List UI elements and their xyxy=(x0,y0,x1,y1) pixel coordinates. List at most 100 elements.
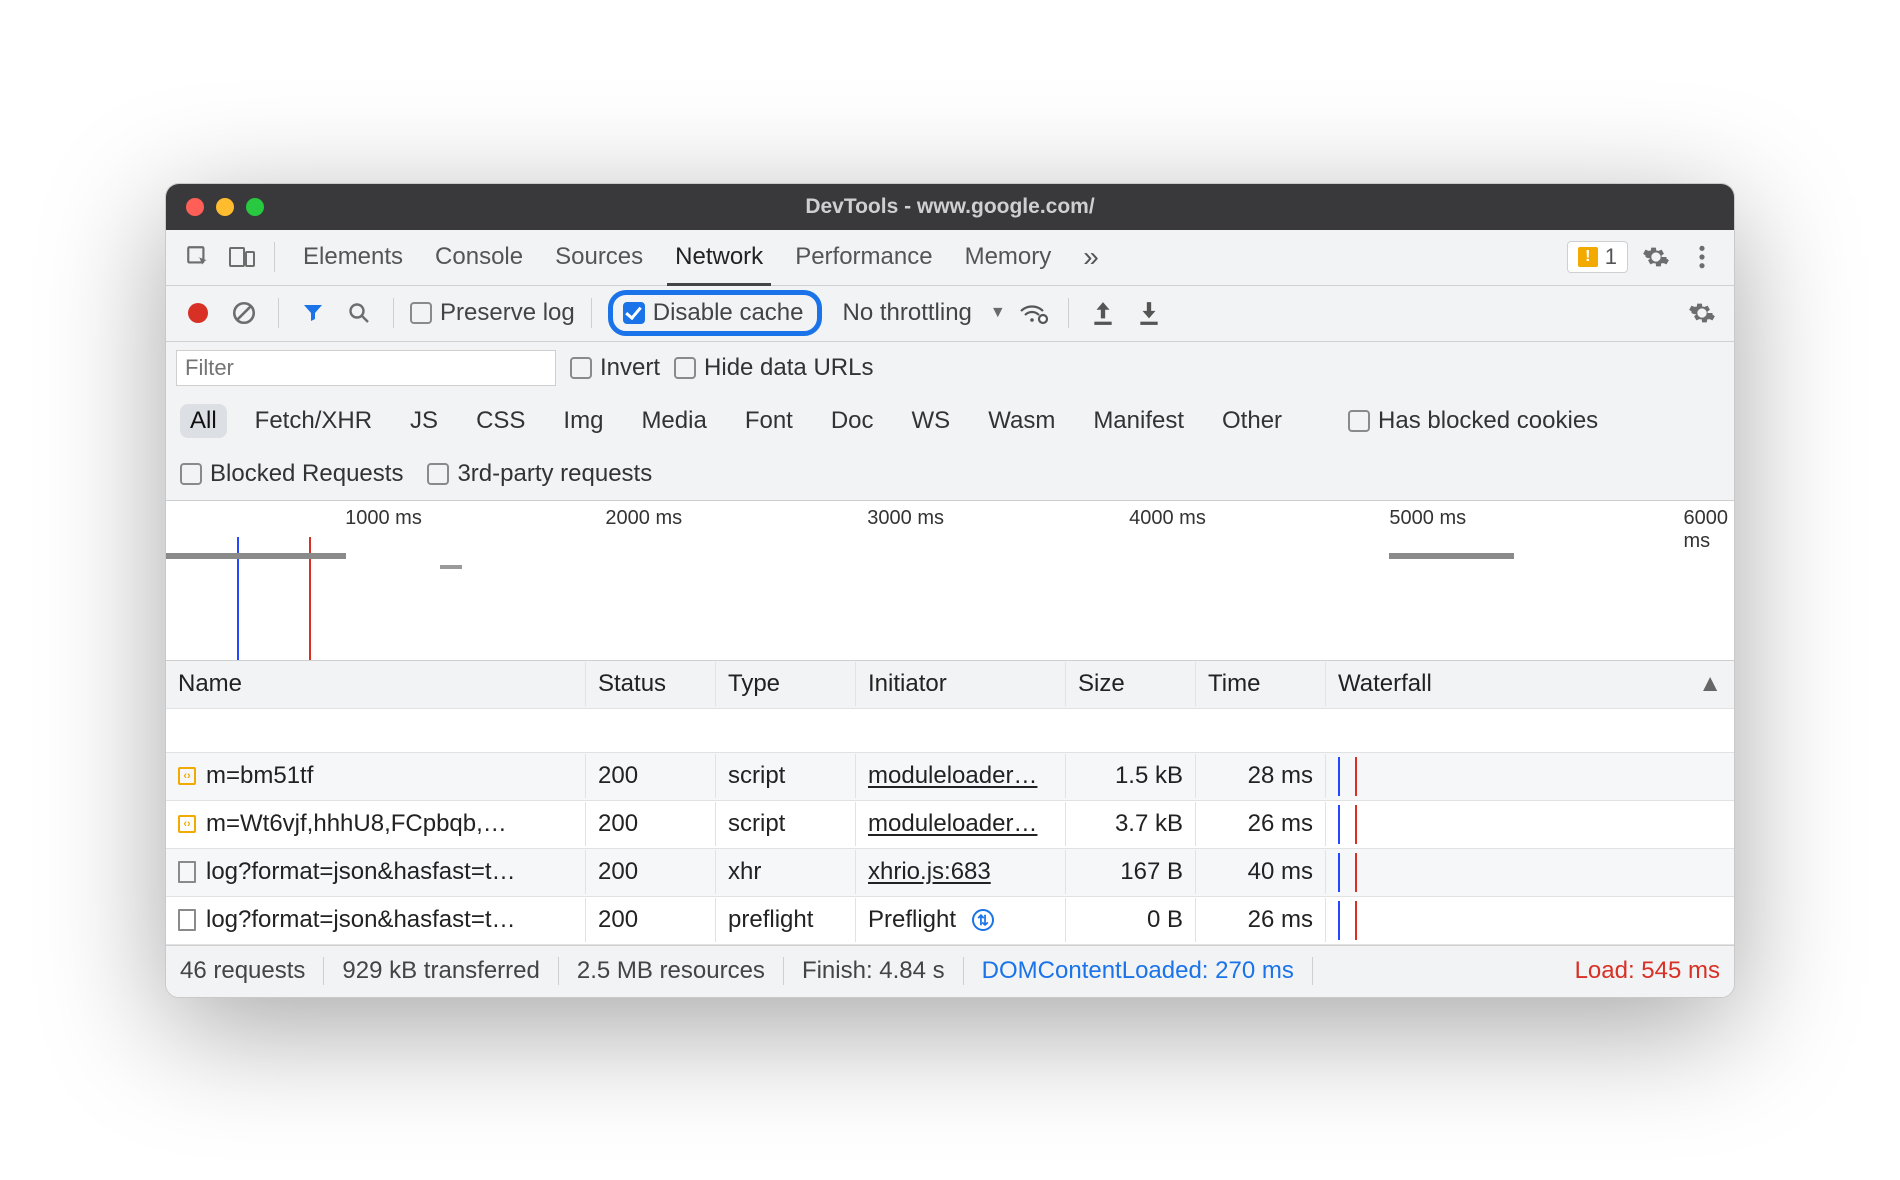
wf-dcl-mark xyxy=(1338,805,1340,844)
preserve-log-checkbox[interactable]: Preserve log xyxy=(410,299,575,327)
table-row[interactable]: log?format=json&hasfast=t… 200 xhr xhrio… xyxy=(166,849,1734,897)
cell-type: preflight xyxy=(716,898,856,942)
invert-input[interactable] xyxy=(570,357,592,379)
cell-time: 28 ms xyxy=(1196,754,1326,798)
col-name[interactable]: Name xyxy=(166,662,586,706)
status-finish: Finish: 4.84 s xyxy=(802,957,945,985)
type-pill-js[interactable]: JS xyxy=(400,404,448,438)
panel-tabs-bar: Elements Console Sources Network Perform… xyxy=(166,230,1734,286)
window-title: DevTools - www.google.com/ xyxy=(166,195,1734,219)
cell-waterfall xyxy=(1326,849,1734,896)
clear-icon[interactable] xyxy=(226,295,262,331)
type-pill-other[interactable]: Other xyxy=(1212,404,1292,438)
issues-button[interactable]: ! 1 xyxy=(1567,241,1628,273)
cell-status: 200 xyxy=(586,898,716,942)
blocked-requests-checkbox[interactable]: Blocked Requests xyxy=(180,460,403,488)
wf-load-mark xyxy=(1355,853,1357,892)
divider xyxy=(278,298,279,328)
table-header[interactable]: Name Status Type Initiator Size Time Wat… xyxy=(166,661,1734,709)
tab-network[interactable]: Network xyxy=(661,230,777,285)
table-row[interactable]: log?format=json&hasfast=t… 200 preflight… xyxy=(166,897,1734,945)
cell-initiator: moduleloader… xyxy=(856,754,1066,798)
filter-input[interactable] xyxy=(176,350,556,386)
has-blocked-cookies-checkbox[interactable]: Has blocked cookies xyxy=(1348,407,1598,435)
cell-initiator: moduleloader… xyxy=(856,802,1066,846)
wifi-gear-icon[interactable] xyxy=(1016,295,1052,331)
initiator-link[interactable]: moduleloader… xyxy=(868,762,1037,790)
wf-dcl-mark xyxy=(1338,757,1340,796)
record-icon[interactable] xyxy=(180,295,216,331)
panel-gear-icon[interactable] xyxy=(1684,295,1720,331)
type-pill-wasm[interactable]: Wasm xyxy=(978,404,1065,438)
titlebar: DevTools - www.google.com/ xyxy=(166,184,1734,230)
upload-icon[interactable] xyxy=(1085,295,1121,331)
type-pill-doc[interactable]: Doc xyxy=(821,404,884,438)
type-pill-img[interactable]: Img xyxy=(553,404,613,438)
third-party-input[interactable] xyxy=(427,463,449,485)
status-load: Load: 545 ms xyxy=(1575,957,1720,985)
hide-data-urls-input[interactable] xyxy=(674,357,696,379)
throttling-select[interactable]: No throttling ▼ xyxy=(842,299,1005,327)
type-pill-all[interactable]: All xyxy=(180,404,227,438)
timeline-tick-label: 5000 ms xyxy=(1389,507,1472,530)
type-pill-css[interactable]: CSS xyxy=(466,404,535,438)
cell-type: script xyxy=(716,802,856,846)
type-pill-manifest[interactable]: Manifest xyxy=(1083,404,1194,438)
wf-load-mark xyxy=(1355,901,1357,940)
tab-sources[interactable]: Sources xyxy=(541,230,657,285)
disable-cache-checkbox[interactable]: Disable cache xyxy=(623,299,804,327)
search-icon[interactable] xyxy=(341,295,377,331)
doc-icon xyxy=(178,861,196,883)
third-party-checkbox[interactable]: 3rd-party requests xyxy=(427,460,652,488)
status-requests: 46 requests xyxy=(180,957,305,985)
gear-icon[interactable] xyxy=(1638,239,1674,275)
col-status[interactable]: Status xyxy=(586,662,716,706)
disable-cache-highlight: Disable cache xyxy=(608,290,823,336)
preserve-log-input[interactable] xyxy=(410,302,432,324)
disable-cache-input[interactable] xyxy=(623,302,645,324)
table-row[interactable]: ‹›m=bm51tf 200 script moduleloader… 1.5 … xyxy=(166,753,1734,801)
tab-console[interactable]: Console xyxy=(421,230,537,285)
type-pill-media[interactable]: Media xyxy=(631,404,716,438)
initiator-text: Preflight xyxy=(868,906,956,934)
has-blocked-cookies-input[interactable] xyxy=(1348,410,1370,432)
inspect-icon[interactable] xyxy=(180,239,216,275)
device-icon[interactable] xyxy=(224,239,260,275)
cell-type: xhr xyxy=(716,850,856,894)
cell-status: 200 xyxy=(586,850,716,894)
cell-waterfall xyxy=(1326,897,1734,944)
blocked-requests-input[interactable] xyxy=(180,463,202,485)
tab-memory[interactable]: Memory xyxy=(951,230,1066,285)
doc-icon xyxy=(178,909,196,931)
table-row[interactable]: ‹›m=Wt6vjf,hhhU8,FCpbqb,… 200 script mod… xyxy=(166,801,1734,849)
wf-dcl-mark xyxy=(1338,901,1340,940)
type-pill-ws[interactable]: WS xyxy=(902,404,961,438)
wf-dcl-mark xyxy=(1338,853,1340,892)
more-tabs-button[interactable]: » xyxy=(1069,230,1113,285)
initiator-link[interactable]: moduleloader… xyxy=(868,810,1037,838)
type-pill-fetchxhr[interactable]: Fetch/XHR xyxy=(245,404,382,438)
col-waterfall[interactable]: Waterfall ▲ xyxy=(1326,662,1734,706)
col-time[interactable]: Time xyxy=(1196,662,1326,706)
hide-data-urls-checkbox[interactable]: Hide data URLs xyxy=(674,354,873,382)
download-icon[interactable] xyxy=(1131,295,1167,331)
cell-name: log?format=json&hasfast=t… xyxy=(166,898,586,942)
tab-performance[interactable]: Performance xyxy=(781,230,946,285)
timeline-tick-label: 2000 ms xyxy=(605,507,688,530)
timeline-tick-label: 1000 ms xyxy=(345,507,428,530)
script-icon: ‹› xyxy=(178,815,196,833)
col-type[interactable]: Type xyxy=(716,662,856,706)
col-initiator[interactable]: Initiator xyxy=(856,662,1066,706)
cell-waterfall xyxy=(1326,753,1734,800)
cell-time: 26 ms xyxy=(1196,898,1326,942)
initiator-link[interactable]: xhrio.js:683 xyxy=(868,858,991,886)
funnel-icon[interactable] xyxy=(295,295,331,331)
tab-elements[interactable]: Elements xyxy=(289,230,417,285)
kebab-icon[interactable] xyxy=(1684,239,1720,275)
cell-name: ‹›m=bm51tf xyxy=(166,754,586,798)
timeline-overview[interactable]: 1000 ms2000 ms3000 ms4000 ms5000 ms6000 … xyxy=(166,501,1734,661)
col-size[interactable]: Size xyxy=(1066,662,1196,706)
invert-checkbox[interactable]: Invert xyxy=(570,354,660,382)
type-pill-font[interactable]: Font xyxy=(735,404,803,438)
col-waterfall-label: Waterfall xyxy=(1338,670,1432,698)
